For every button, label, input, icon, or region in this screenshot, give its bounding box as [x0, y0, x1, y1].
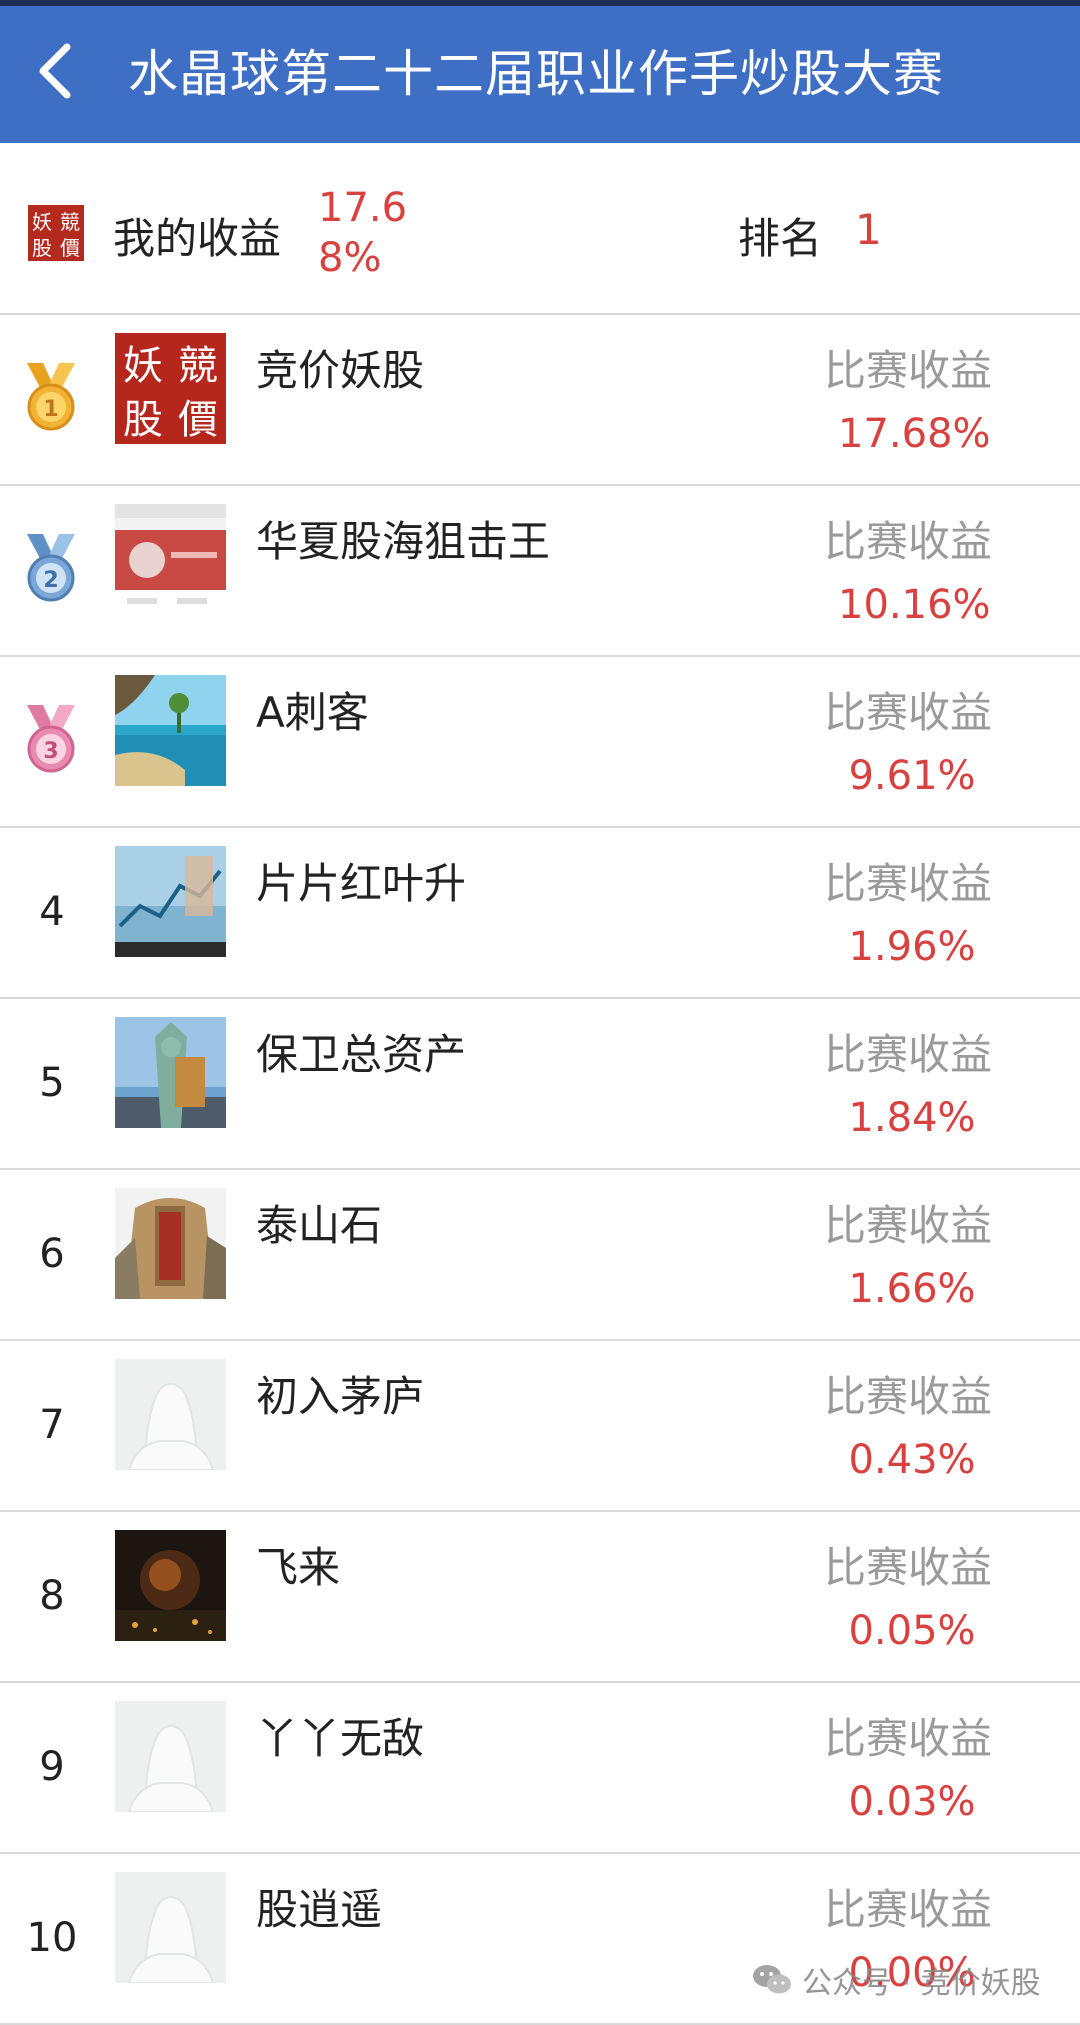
rank-number: 7 — [39, 1402, 65, 1448]
avatar[interactable] — [115, 675, 226, 786]
my-rank-value: 1 — [855, 205, 882, 254]
avatar[interactable] — [115, 504, 226, 615]
leaderboard-row[interactable]: 5 保卫总资产 比赛收益 1.84% — [0, 999, 1080, 1170]
svg-text:價: 價 — [60, 236, 80, 260]
avatar[interactable] — [115, 846, 226, 957]
player-name: 片片红叶升 — [256, 859, 467, 908]
svg-text:股: 股 — [123, 397, 163, 443]
default-avatar-icon[interactable] — [115, 1701, 226, 1812]
rank-number: 10 — [26, 1915, 78, 1961]
metric-label: 比赛收益 — [824, 1885, 993, 1934]
svg-text:股: 股 — [32, 236, 52, 260]
metric-value: 1.96% — [848, 924, 976, 970]
back-button[interactable] — [20, 36, 90, 106]
player-name: 丫丫无敌 — [256, 1714, 425, 1763]
metric-label: 比赛收益 — [824, 1201, 993, 1250]
my-summary-bar: 妖 競 股 價 我的收益 17.68% 排名 1 — [0, 143, 1080, 315]
page-title: 水晶球第二十二届职业作手炒股大赛 — [128, 45, 944, 103]
player-name: 股逍遥 — [256, 1885, 383, 1934]
default-avatar-icon[interactable] — [115, 1359, 226, 1470]
metric-value: 1.66% — [848, 1266, 976, 1312]
bronze-medal-icon: 3 — [19, 705, 83, 777]
svg-text:1: 1 — [43, 397, 58, 422]
avatar[interactable]: 妖 競 股 價 — [115, 333, 226, 444]
silver-medal-icon: 2 — [19, 534, 83, 606]
metric-value: 0.43% — [848, 1437, 976, 1483]
svg-text:妖: 妖 — [123, 343, 163, 389]
metric-value: 0.03% — [848, 1779, 976, 1825]
player-name: 保卫总资产 — [256, 1030, 467, 1079]
metric-label: 比赛收益 — [824, 517, 993, 566]
player-name: 初入茅庐 — [256, 1372, 425, 1421]
metric-value: 17.68% — [838, 411, 991, 457]
svg-text:競: 競 — [60, 210, 80, 234]
leaderboard-row[interactable]: 2 华夏股海狙击王 比赛收益 10.16% — [0, 486, 1080, 657]
player-name: 竞价妖股 — [256, 346, 425, 395]
watermark-text: 公众号 · 竞价妖股 — [802, 1966, 1041, 2001]
my-avatar[interactable]: 妖 競 股 價 — [28, 205, 84, 261]
my-return-value: 17.68% — [318, 185, 408, 281]
rank-number: 9 — [39, 1744, 65, 1790]
leaderboard-row[interactable]: 7 初入茅庐 比赛收益 0.43% — [0, 1341, 1080, 1512]
metric-label: 比赛收益 — [824, 1030, 993, 1079]
metric-value: 0.05% — [848, 1608, 976, 1654]
metric-value: 1.84% — [848, 1095, 976, 1141]
svg-text:3: 3 — [43, 739, 58, 764]
leaderboard-row[interactable]: 8 飞来 比赛收益 0.05% — [0, 1512, 1080, 1683]
rank-number: 8 — [39, 1573, 65, 1619]
player-name: 华夏股海狙击王 — [256, 517, 551, 566]
leaderboard-row[interactable]: 1 妖 競 股 價 竞价妖股 比赛收益 17.68% — [0, 315, 1080, 486]
rank-number: 6 — [39, 1231, 65, 1277]
svg-text:2: 2 — [43, 568, 58, 593]
metric-label: 比赛收益 — [824, 1543, 993, 1592]
avatar[interactable] — [115, 1530, 226, 1641]
my-rank-label: 排名 — [738, 214, 823, 263]
metric-label: 比赛收益 — [824, 1372, 993, 1421]
player-name: 泰山石 — [256, 1201, 383, 1250]
metric-label: 比赛收益 — [824, 346, 993, 395]
svg-text:價: 價 — [178, 397, 218, 443]
metric-label: 比赛收益 — [824, 859, 993, 908]
metric-label: 比赛收益 — [824, 688, 993, 737]
leaderboard-row[interactable]: 6 泰山石 比赛收益 1.66% — [0, 1170, 1080, 1341]
my-return-label: 我的收益 — [113, 214, 282, 263]
gold-medal-icon: 1 — [19, 363, 83, 435]
leaderboard-list: 1 妖 競 股 價 竞价妖股 比赛收益 17.68% 2 华夏股海狙击王 比赛收… — [0, 315, 1080, 2025]
leaderboard-row[interactable]: 3 A刺客 比赛收益 9.61% — [0, 657, 1080, 828]
avatar[interactable] — [115, 1017, 226, 1128]
leaderboard-row[interactable]: 4 片片红叶升 比赛收益 1.96% — [0, 828, 1080, 999]
metric-value: 10.16% — [838, 582, 991, 628]
metric-value: 9.61% — [848, 753, 976, 799]
rank-number: 4 — [39, 889, 65, 935]
watermark: 公众号 · 竞价妖股 — [752, 1958, 1041, 2002]
metric-label: 比赛收益 — [824, 1714, 993, 1763]
player-name: 飞来 — [256, 1543, 341, 1592]
svg-text:競: 競 — [178, 343, 218, 389]
leaderboard-row[interactable]: 9 丫丫无敌 比赛收益 0.03% — [0, 1683, 1080, 1854]
app-header: 水晶球第二十二届职业作手炒股大赛 — [0, 6, 1080, 143]
player-name: A刺客 — [256, 688, 369, 737]
rank-number: 5 — [39, 1060, 65, 1106]
svg-text:妖: 妖 — [32, 210, 52, 234]
default-avatar-icon[interactable] — [115, 1872, 226, 1983]
wechat-icon — [753, 1965, 791, 1994]
avatar[interactable] — [115, 1188, 226, 1299]
chevron-left-icon — [39, 43, 71, 99]
